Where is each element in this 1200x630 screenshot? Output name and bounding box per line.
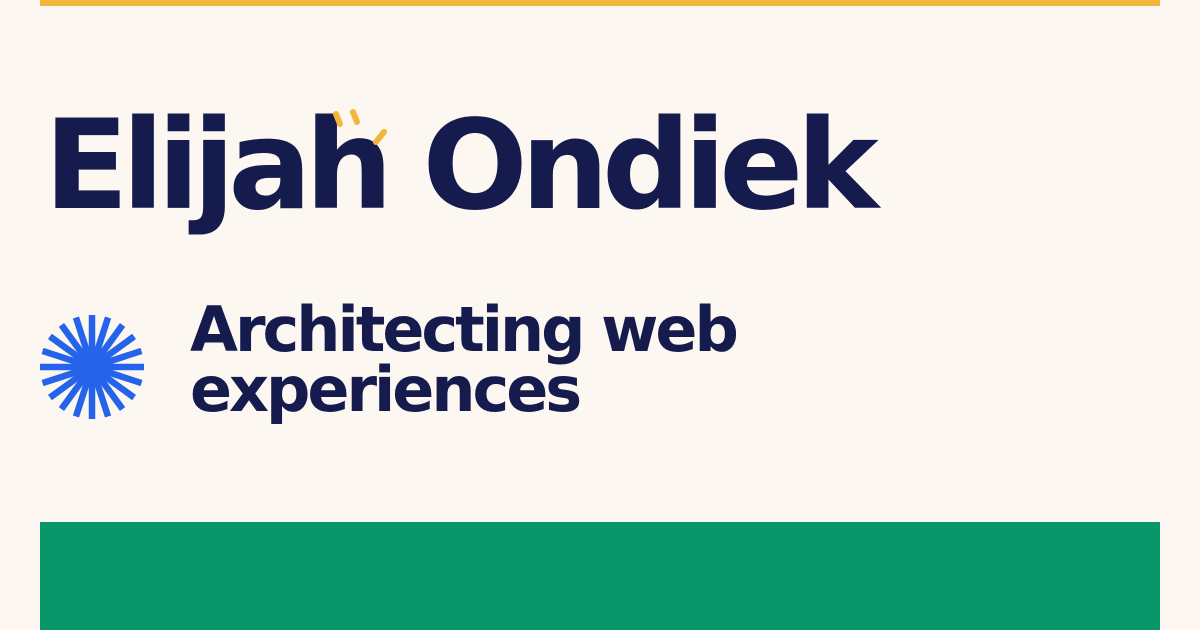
starburst-icon [40, 315, 144, 419]
bottom-accent-bar [40, 522, 1160, 630]
tagline-line-1: Architecting web [190, 293, 739, 366]
spark-lines-icon [333, 109, 387, 145]
tagline-line-2: experiences [190, 353, 582, 426]
author-name: Elijah Ondiek [44, 94, 879, 238]
top-accent-bar [40, 0, 1160, 6]
tagline: Architecting web experiences [190, 293, 890, 426]
